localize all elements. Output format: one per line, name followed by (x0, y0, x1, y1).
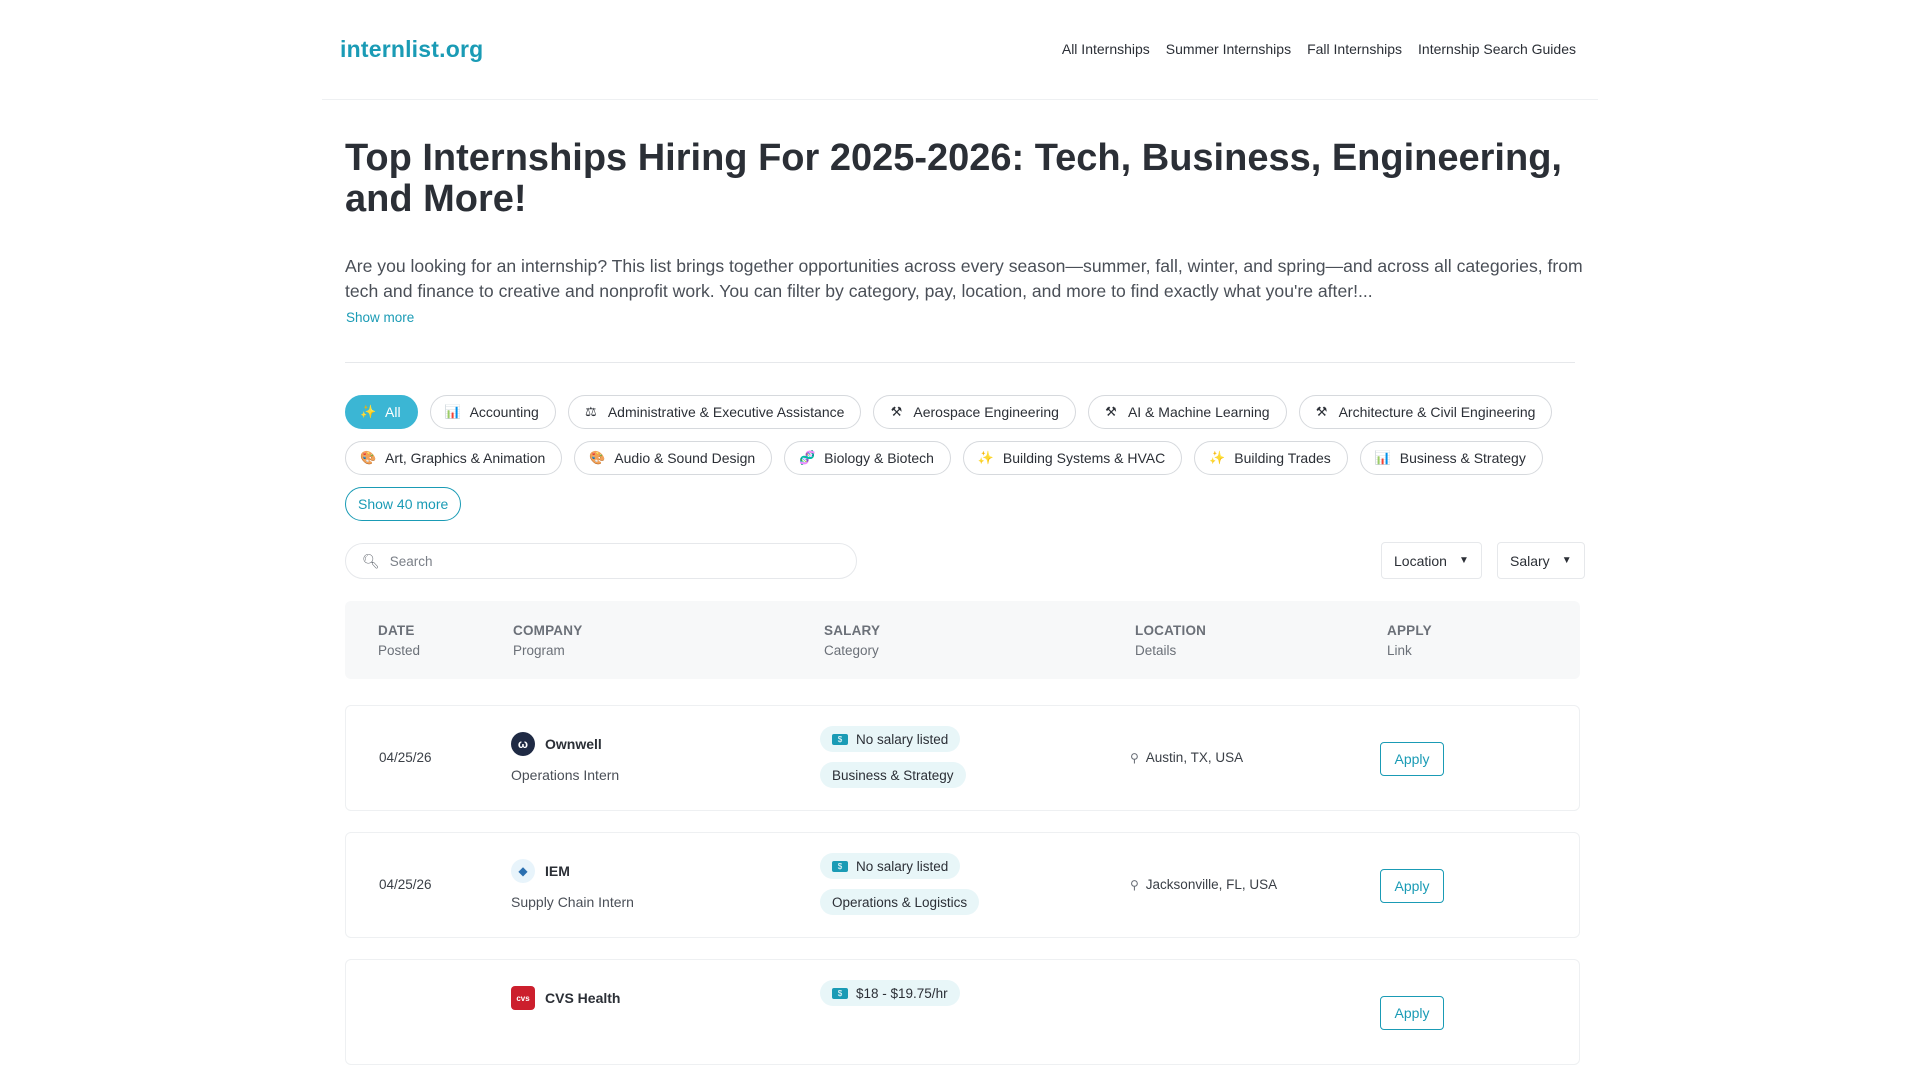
program-name: Supply Chain Intern (511, 894, 634, 910)
table-row: cvs CVS Health $ $18 - $19.75/hr Apply (345, 959, 1580, 1065)
site-logo[interactable]: internlist.org (340, 36, 483, 63)
chip-row: Show 40 more (345, 487, 1595, 521)
cvs-logo-icon: cvs (511, 986, 535, 1010)
sparkles-icon: ✨ (977, 450, 995, 465)
chip-label: Business & Strategy (1399, 450, 1526, 466)
chip-label: All (385, 404, 401, 420)
sparkles-icon: ✨ (360, 404, 377, 419)
chip-art[interactable]: 🎨 Art, Graphics & Animation (345, 441, 563, 475)
location-cell: ⚲ Jacksonville, FL, USA (1130, 877, 1278, 892)
page-description: Are you looking for an internship? This … (345, 256, 1583, 301)
ownwell-logo-icon: ω (511, 732, 535, 756)
header-location: LOCATION Details (1135, 623, 1207, 658)
category-badge: Operations & Logistics (820, 889, 980, 915)
money-icon: $ (832, 733, 848, 745)
dropdown-label: Location (1394, 552, 1447, 569)
header-apply: APPLY Link (1387, 623, 1432, 658)
posted-date: 04/25/26 (379, 750, 432, 765)
dna-icon: 🧬 (799, 450, 816, 465)
header-date: DATE Posted (378, 623, 421, 658)
palette-icon: 🎨 (589, 450, 606, 465)
chip-label: Building Trades (1234, 450, 1331, 466)
header-bar: internlist.org All Internships Summer In… (322, 0, 1598, 100)
company-name[interactable]: IEM (545, 863, 570, 879)
company-cell: cvs CVS Health (511, 986, 620, 1010)
chip-business[interactable]: 📊 Business & Strategy (1359, 441, 1543, 475)
chip-aerospace[interactable]: ⚒ Aerospace Engineering (873, 395, 1076, 429)
chevron-down-icon: ▼ (1561, 555, 1572, 566)
dropdown-label: Salary (1510, 552, 1550, 569)
site-header: internlist.org All Internships Summer In… (0, 0, 1920, 101)
divider (345, 362, 1575, 363)
company-cell: ω Ownwell (511, 732, 602, 756)
chip-label: Biology & Biotech (824, 450, 934, 466)
chip-administrative[interactable]: ⚖ Administrative & Executive Assistance (567, 395, 862, 429)
location-cell: ⚲ Austin, TX, USA (1130, 750, 1244, 765)
header-salary: SALARY Category (824, 623, 881, 658)
search-box: 🔍︎ (345, 543, 857, 579)
chip-row: ✨ All 📊 Accounting ⚖ Administrative & Execu… (345, 395, 1595, 429)
company-name[interactable]: CVS Health (545, 990, 620, 1006)
chip-label: Administrative & Executive Assistance (607, 404, 845, 420)
chevron-down-icon: ▼ (1458, 555, 1469, 566)
chip-row: 🎨 Art, Graphics & Animation 🎨 Audio & Soun… (345, 441, 1595, 475)
table-row: 04/25/26 ω Ownwell Operations Intern $ No… (345, 705, 1580, 811)
chip-ai-ml[interactable]: ⚒ AI & Machine Learning (1087, 395, 1287, 429)
nav-summer-internships[interactable]: Summer Internships (1166, 41, 1291, 57)
iem-logo-icon: ◆ (511, 859, 535, 883)
chip-building-trades[interactable]: ✨ Building Trades (1194, 441, 1348, 475)
chip-label: Audio & Sound Design (614, 450, 756, 466)
category-filter: ✨ All 📊 Accounting ⚖ Administrative & Execu… (345, 395, 1595, 533)
chip-biology[interactable]: 🧬 Biology & Biotech (784, 441, 951, 475)
category-badge: Business & Strategy (820, 762, 966, 788)
chip-accounting[interactable]: 📊 Accounting (429, 395, 556, 429)
location-filter-dropdown[interactable]: Location ▼ (1381, 542, 1482, 579)
chip-label: Accounting (469, 404, 539, 420)
show-more-categories-button[interactable]: Show 40 more (345, 487, 462, 521)
posted-date: 04/25/26 (379, 877, 432, 892)
nav-fall-internships[interactable]: Fall Internships (1307, 41, 1402, 57)
program-name: Operations Intern (511, 767, 620, 783)
chip-label: Aerospace Engineering (913, 404, 1059, 420)
show-more-link[interactable]: Show more (346, 310, 414, 325)
salary-badge: $ No salary listed (820, 726, 961, 752)
apply-button[interactable]: Apply (1380, 996, 1444, 1030)
money-icon: $ (832, 860, 848, 872)
search-icon: 🔍︎ (362, 552, 380, 569)
scales-icon: ⚖ (585, 404, 597, 419)
nav-all-internships[interactable]: All Internships (1062, 41, 1150, 57)
salary-badge: $ No salary listed (820, 853, 961, 879)
chip-label: Architecture & Civil Engineering (1338, 404, 1536, 420)
money-icon: $ (832, 987, 848, 999)
salary-filter-dropdown[interactable]: Salary ▼ (1497, 542, 1585, 579)
palette-icon: 🎨 (360, 450, 377, 465)
map-pin-icon: ⚲ (1130, 750, 1139, 765)
tools-icon: ⚒ (890, 404, 903, 419)
chip-label: Building Systems & HVAC (1002, 450, 1166, 466)
salary-badge: $ $18 - $19.75/hr (820, 980, 960, 1006)
company-cell: ◆ IEM (511, 859, 570, 883)
table-header: DATE Posted COMPANY Program SALARY Category… (345, 601, 1580, 679)
chip-all[interactable]: ✨ All (345, 395, 418, 429)
chip-label: Art, Graphics & Animation (385, 450, 546, 466)
page-title: Top Internships Hiring For 2025-2026: Te… (345, 137, 1562, 220)
apply-button[interactable]: Apply (1380, 742, 1444, 776)
chart-icon: 📊 (1374, 450, 1391, 465)
search-input[interactable] (389, 553, 830, 569)
nav-search-guides[interactable]: Internship Search Guides (1418, 41, 1576, 57)
header-company: COMPANY Program (513, 623, 583, 658)
tools-icon: ⚒ (1315, 404, 1328, 419)
sparkles-icon: ✨ (1209, 450, 1226, 465)
chip-audio[interactable]: 🎨 Audio & Sound Design (574, 441, 773, 475)
chip-architecture[interactable]: ⚒ Architecture & Civil Engineering (1298, 395, 1553, 429)
apply-button[interactable]: Apply (1380, 869, 1444, 903)
table-row: 04/25/26 ◆ IEM Supply Chain Intern $ No s… (345, 832, 1580, 938)
chip-building-systems[interactable]: ✨ Building Systems & HVAC (962, 441, 1183, 475)
tools-icon: ⚒ (1105, 404, 1117, 419)
chip-label: AI & Machine Learning (1127, 404, 1270, 420)
company-name[interactable]: Ownwell (545, 736, 602, 752)
map-pin-icon: ⚲ (1130, 877, 1139, 892)
main-nav: All Internships Summer Internships Fall … (1062, 41, 1576, 57)
chart-icon: 📊 (444, 404, 461, 419)
